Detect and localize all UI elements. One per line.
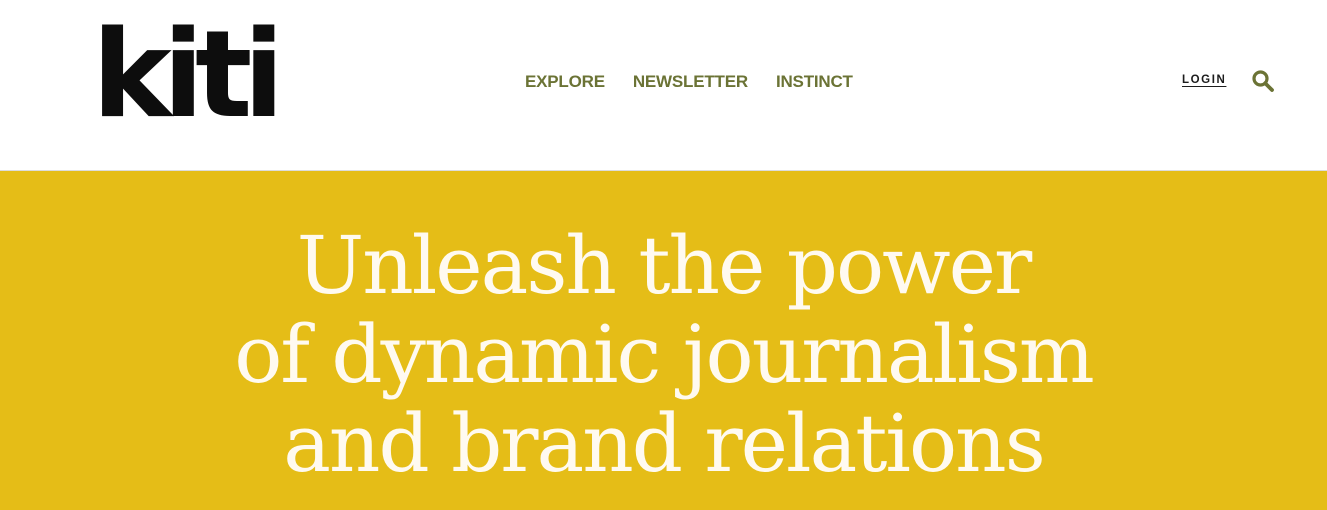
nav-item: EXPLORE — [525, 72, 605, 92]
site-header: kiti EXPLORE NEWSLETTER INSTINCT LOGIN — [0, 0, 1327, 170]
site-logo[interactable]: kiti — [92, 16, 284, 136]
search-button[interactable] — [1251, 69, 1275, 93]
nav-item: INSTINCT — [776, 72, 853, 92]
nav-item: NEWSLETTER — [633, 72, 748, 92]
login-link[interactable]: LOGIN — [1182, 74, 1226, 86]
nav-link-explore[interactable]: EXPLORE — [525, 72, 605, 91]
hero-headline-line: of dynamic journalism — [234, 308, 1095, 401]
hero-headline-line: and brand relations — [283, 397, 1046, 490]
nav-link-instinct[interactable]: INSTINCT — [776, 72, 853, 91]
search-icon — [1252, 70, 1274, 92]
hero-headline: Unleash the power of dynamic journalism … — [0, 221, 1327, 488]
hero-banner: Unleash the power of dynamic journalism … — [0, 170, 1327, 510]
main-nav: EXPLORE NEWSLETTER INSTINCT — [525, 72, 853, 92]
hero-headline-line: Unleash the power — [296, 219, 1032, 312]
nav-link-newsletter[interactable]: NEWSLETTER — [633, 72, 748, 91]
